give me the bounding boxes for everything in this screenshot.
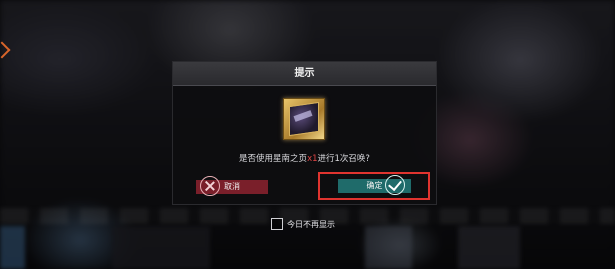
- prompt-prefix: 是否使用星南之页: [239, 154, 308, 164]
- prompt-count: x1: [307, 154, 318, 164]
- check-icon: [385, 175, 405, 195]
- summon-prompt-text: 是否使用星南之页x1进行1次召唤?: [173, 152, 436, 164]
- no-show-today-toggle[interactable]: 今日不再显示: [271, 217, 335, 231]
- no-show-today-checkbox[interactable]: [271, 218, 283, 230]
- cancel-button[interactable]: 取消: [196, 176, 268, 196]
- prompt-suffix: 进行1次召唤?: [317, 154, 370, 164]
- dialog-title: 提示: [173, 62, 436, 86]
- cancel-button-label: 取消: [224, 182, 240, 191]
- confirm-dialog: 提示 是否使用星南之页x1进行1次召唤? 取消 确定: [172, 61, 437, 205]
- gold-card-item-icon: [283, 98, 325, 140]
- game-screen: 提示 是否使用星南之页x1进行1次召唤? 取消 确定 今日不再显示: [0, 0, 615, 269]
- confirm-button[interactable]: 确定: [338, 175, 411, 195]
- no-show-today-label: 今日不再显示: [287, 219, 335, 229]
- item-card-face: [289, 101, 319, 137]
